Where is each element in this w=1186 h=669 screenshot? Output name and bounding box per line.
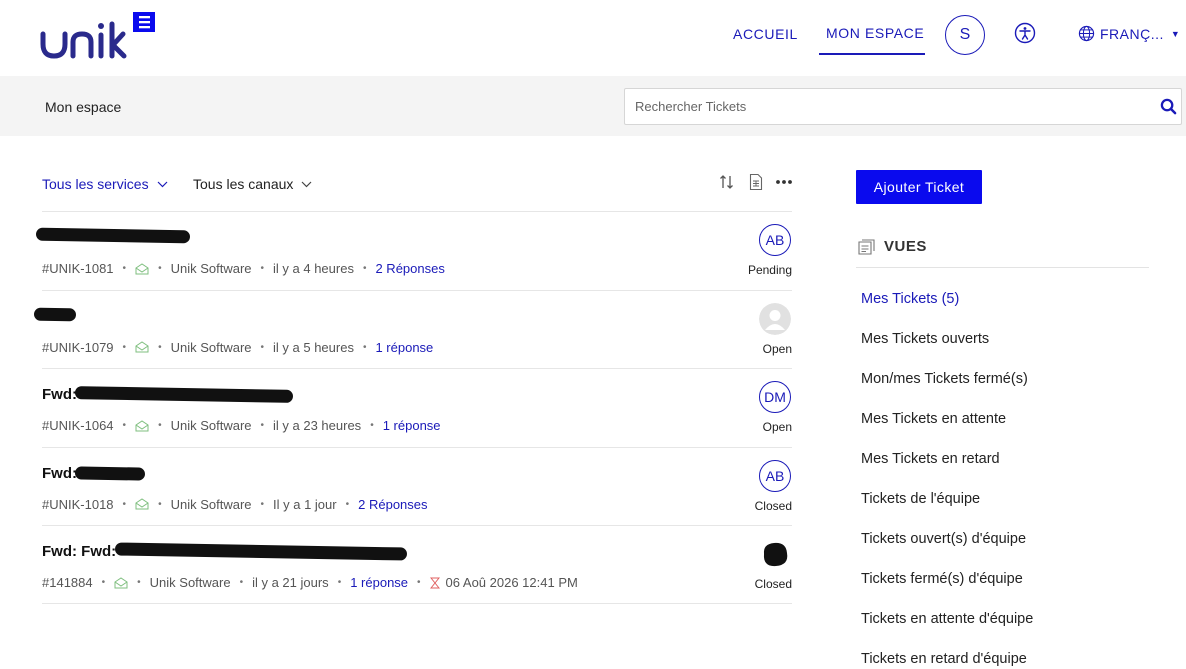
ticket-company: Unik Software bbox=[170, 418, 252, 433]
nav-mon-espace[interactable]: MON ESPACE bbox=[826, 25, 924, 41]
ticket-id[interactable]: #UNIK-1081 bbox=[42, 261, 114, 276]
search-icon[interactable] bbox=[1160, 98, 1177, 115]
ticket-id[interactable]: #141884 bbox=[42, 575, 93, 590]
assignee-avatar[interactable]: AB bbox=[759, 224, 791, 256]
ticket-meta: #UNIK-1079 • • Unik Software • il y a 5 … bbox=[42, 339, 434, 355]
status-badge: Open bbox=[762, 420, 792, 434]
ticket-company: Unik Software bbox=[170, 261, 252, 276]
default-avatar-icon[interactable] bbox=[759, 302, 791, 335]
ticket-company: Unik Software bbox=[170, 496, 252, 512]
view-tickets-ouverts-equipe[interactable]: Tickets ouvert(s) d'équipe bbox=[861, 531, 1033, 571]
table-row[interactable]: Fwd: #UNIK-1064 • • Unik Software • il y… bbox=[42, 368, 792, 447]
view-mes-tickets-en-attente[interactable]: Mes Tickets en attente bbox=[861, 411, 1033, 451]
ticket-meta: #141884 • • Unik Software • il y a 21 jo… bbox=[42, 575, 578, 590]
filter-services-label: Tous les services bbox=[42, 176, 149, 192]
view-mes-tickets-en-retard[interactable]: Mes Tickets en retard bbox=[861, 451, 1033, 491]
vues-icon bbox=[858, 238, 875, 255]
ticket-id[interactable]: #UNIK-1064 bbox=[42, 418, 114, 433]
ticket-title[interactable] bbox=[35, 227, 191, 244]
add-ticket-button[interactable]: Ajouter Ticket bbox=[856, 170, 982, 204]
ticket-replies[interactable]: 2 Réponses bbox=[375, 261, 444, 276]
sort-icon[interactable] bbox=[718, 173, 736, 191]
hourglass-icon bbox=[429, 577, 440, 588]
view-mes-tickets-ouverts[interactable]: Mes Tickets ouverts bbox=[861, 331, 1033, 371]
status-badge: Closed bbox=[754, 577, 792, 591]
ticket-title[interactable]: Fwd: bbox=[42, 386, 294, 403]
mail-icon bbox=[114, 576, 128, 588]
redacted-block bbox=[35, 227, 191, 244]
view-mes-tickets[interactable]: Mes Tickets (5) bbox=[861, 291, 1033, 331]
ticket-id[interactable]: #UNIK-1018 bbox=[42, 497, 114, 512]
nav-accueil[interactable]: ACCUEIL bbox=[733, 26, 798, 42]
search-box bbox=[624, 88, 1182, 125]
view-tickets-en-attente-equipe[interactable]: Tickets en attente d'équipe bbox=[861, 611, 1033, 651]
ticket-replies[interactable]: 1 réponse bbox=[383, 418, 441, 433]
chevron-down-icon bbox=[301, 181, 312, 187]
language-selector[interactable]: FRANÇ... ▼ bbox=[1078, 25, 1180, 42]
redacted-avatar[interactable] bbox=[759, 538, 791, 570]
sub-header: Mon espace bbox=[0, 76, 1186, 136]
redacted-block bbox=[74, 386, 294, 403]
mail-icon bbox=[135, 262, 149, 274]
views-list: Mes Tickets (5) Mes Tickets ouverts Mon/… bbox=[861, 291, 1033, 669]
ticket-list: #UNIK-1081 • • Unik Software • il y a 4 … bbox=[33, 211, 792, 604]
filter-services[interactable]: Tous les services bbox=[42, 176, 168, 192]
ticket-title[interactable]: Fwd: bbox=[42, 465, 146, 482]
status-badge: Pending bbox=[747, 263, 792, 277]
ticket-time: il y a 4 heures bbox=[273, 261, 354, 276]
accessibility-icon[interactable] bbox=[1014, 22, 1036, 44]
mail-icon bbox=[135, 419, 149, 431]
view-tickets-equipe[interactable]: Tickets de l'équipe bbox=[861, 491, 1033, 531]
redacted-block bbox=[74, 465, 146, 481]
search-input[interactable] bbox=[635, 89, 1145, 124]
ticket-meta: #UNIK-1064 • • Unik Software • il y a 23… bbox=[42, 418, 441, 433]
more-icon[interactable] bbox=[775, 173, 793, 191]
table-row[interactable]: #UNIK-1079 • • Unik Software • il y a 5 … bbox=[33, 289, 792, 369]
breadcrumb: Mon espace bbox=[45, 99, 122, 115]
unik-logo-icon[interactable] bbox=[40, 12, 160, 62]
mail-icon bbox=[135, 498, 149, 510]
status-badge: Closed bbox=[754, 498, 792, 513]
mail-icon bbox=[135, 341, 149, 353]
views-heading: VUES bbox=[858, 238, 927, 255]
assignee-avatar[interactable]: AB bbox=[759, 459, 791, 492]
views-title: VUES bbox=[884, 238, 927, 255]
table-row[interactable]: Fwd: #UNIK-1018 • • Unik Software • Il y… bbox=[42, 446, 792, 526]
ticket-meta: #UNIK-1081 • • Unik Software • il y a 4 … bbox=[42, 261, 445, 276]
globe-icon bbox=[1078, 25, 1095, 42]
divider bbox=[856, 267, 1149, 268]
ticket-replies[interactable]: 2 Réponses bbox=[358, 497, 427, 512]
ticket-id[interactable]: #UNIK-1079 bbox=[42, 340, 114, 355]
assignee-avatar[interactable]: DM bbox=[759, 381, 791, 413]
redacted-block bbox=[33, 307, 77, 321]
export-icon[interactable] bbox=[747, 173, 765, 191]
top-header: ACCUEIL MON ESPACE S FRANÇ... ▼ bbox=[0, 0, 1186, 76]
view-mes-tickets-fermes[interactable]: Mon/mes Tickets fermé(s) bbox=[861, 371, 1033, 411]
nav-active-underline bbox=[819, 53, 925, 55]
ticket-title[interactable]: Fwd: Fwd: bbox=[42, 542, 408, 561]
ticket-replies[interactable]: 1 réponse bbox=[350, 575, 408, 590]
user-avatar[interactable]: S bbox=[945, 15, 985, 55]
redacted-block bbox=[115, 542, 408, 561]
filter-canaux-label: Tous les canaux bbox=[193, 176, 294, 192]
ticket-time: il y a 21 jours bbox=[252, 575, 329, 590]
table-row[interactable]: Fwd: Fwd: #141884 • • Unik Software • il… bbox=[42, 525, 792, 604]
view-tickets-fermes-equipe[interactable]: Tickets fermé(s) d'équipe bbox=[861, 571, 1033, 611]
filter-canaux[interactable]: Tous les canaux bbox=[193, 176, 312, 192]
view-tickets-en-retard-equipe[interactable]: Tickets en retard d'équipe bbox=[861, 651, 1033, 669]
ticket-time: il y a 23 heures bbox=[273, 418, 362, 433]
chevron-down-icon bbox=[157, 181, 168, 187]
ticket-time: il y a 5 heures bbox=[273, 339, 354, 355]
ticket-meta: #UNIK-1018 • • Unik Software • Il y a 1 … bbox=[42, 496, 428, 512]
ticket-title[interactable] bbox=[33, 307, 77, 321]
ticket-replies[interactable]: 1 réponse bbox=[375, 340, 433, 355]
ticket-company: Unik Software bbox=[149, 575, 231, 590]
ticket-company: Unik Software bbox=[170, 339, 252, 355]
language-label: FRANÇ... bbox=[1100, 25, 1164, 42]
caret-down-icon: ▼ bbox=[1170, 28, 1181, 39]
ticket-time: Il y a 1 jour bbox=[273, 496, 337, 512]
status-badge: Open bbox=[762, 341, 792, 356]
table-row[interactable]: #UNIK-1081 • • Unik Software • il y a 4 … bbox=[35, 211, 792, 290]
ticket-due-date: 06 Aoû 2026 12:41 PM bbox=[445, 575, 578, 590]
